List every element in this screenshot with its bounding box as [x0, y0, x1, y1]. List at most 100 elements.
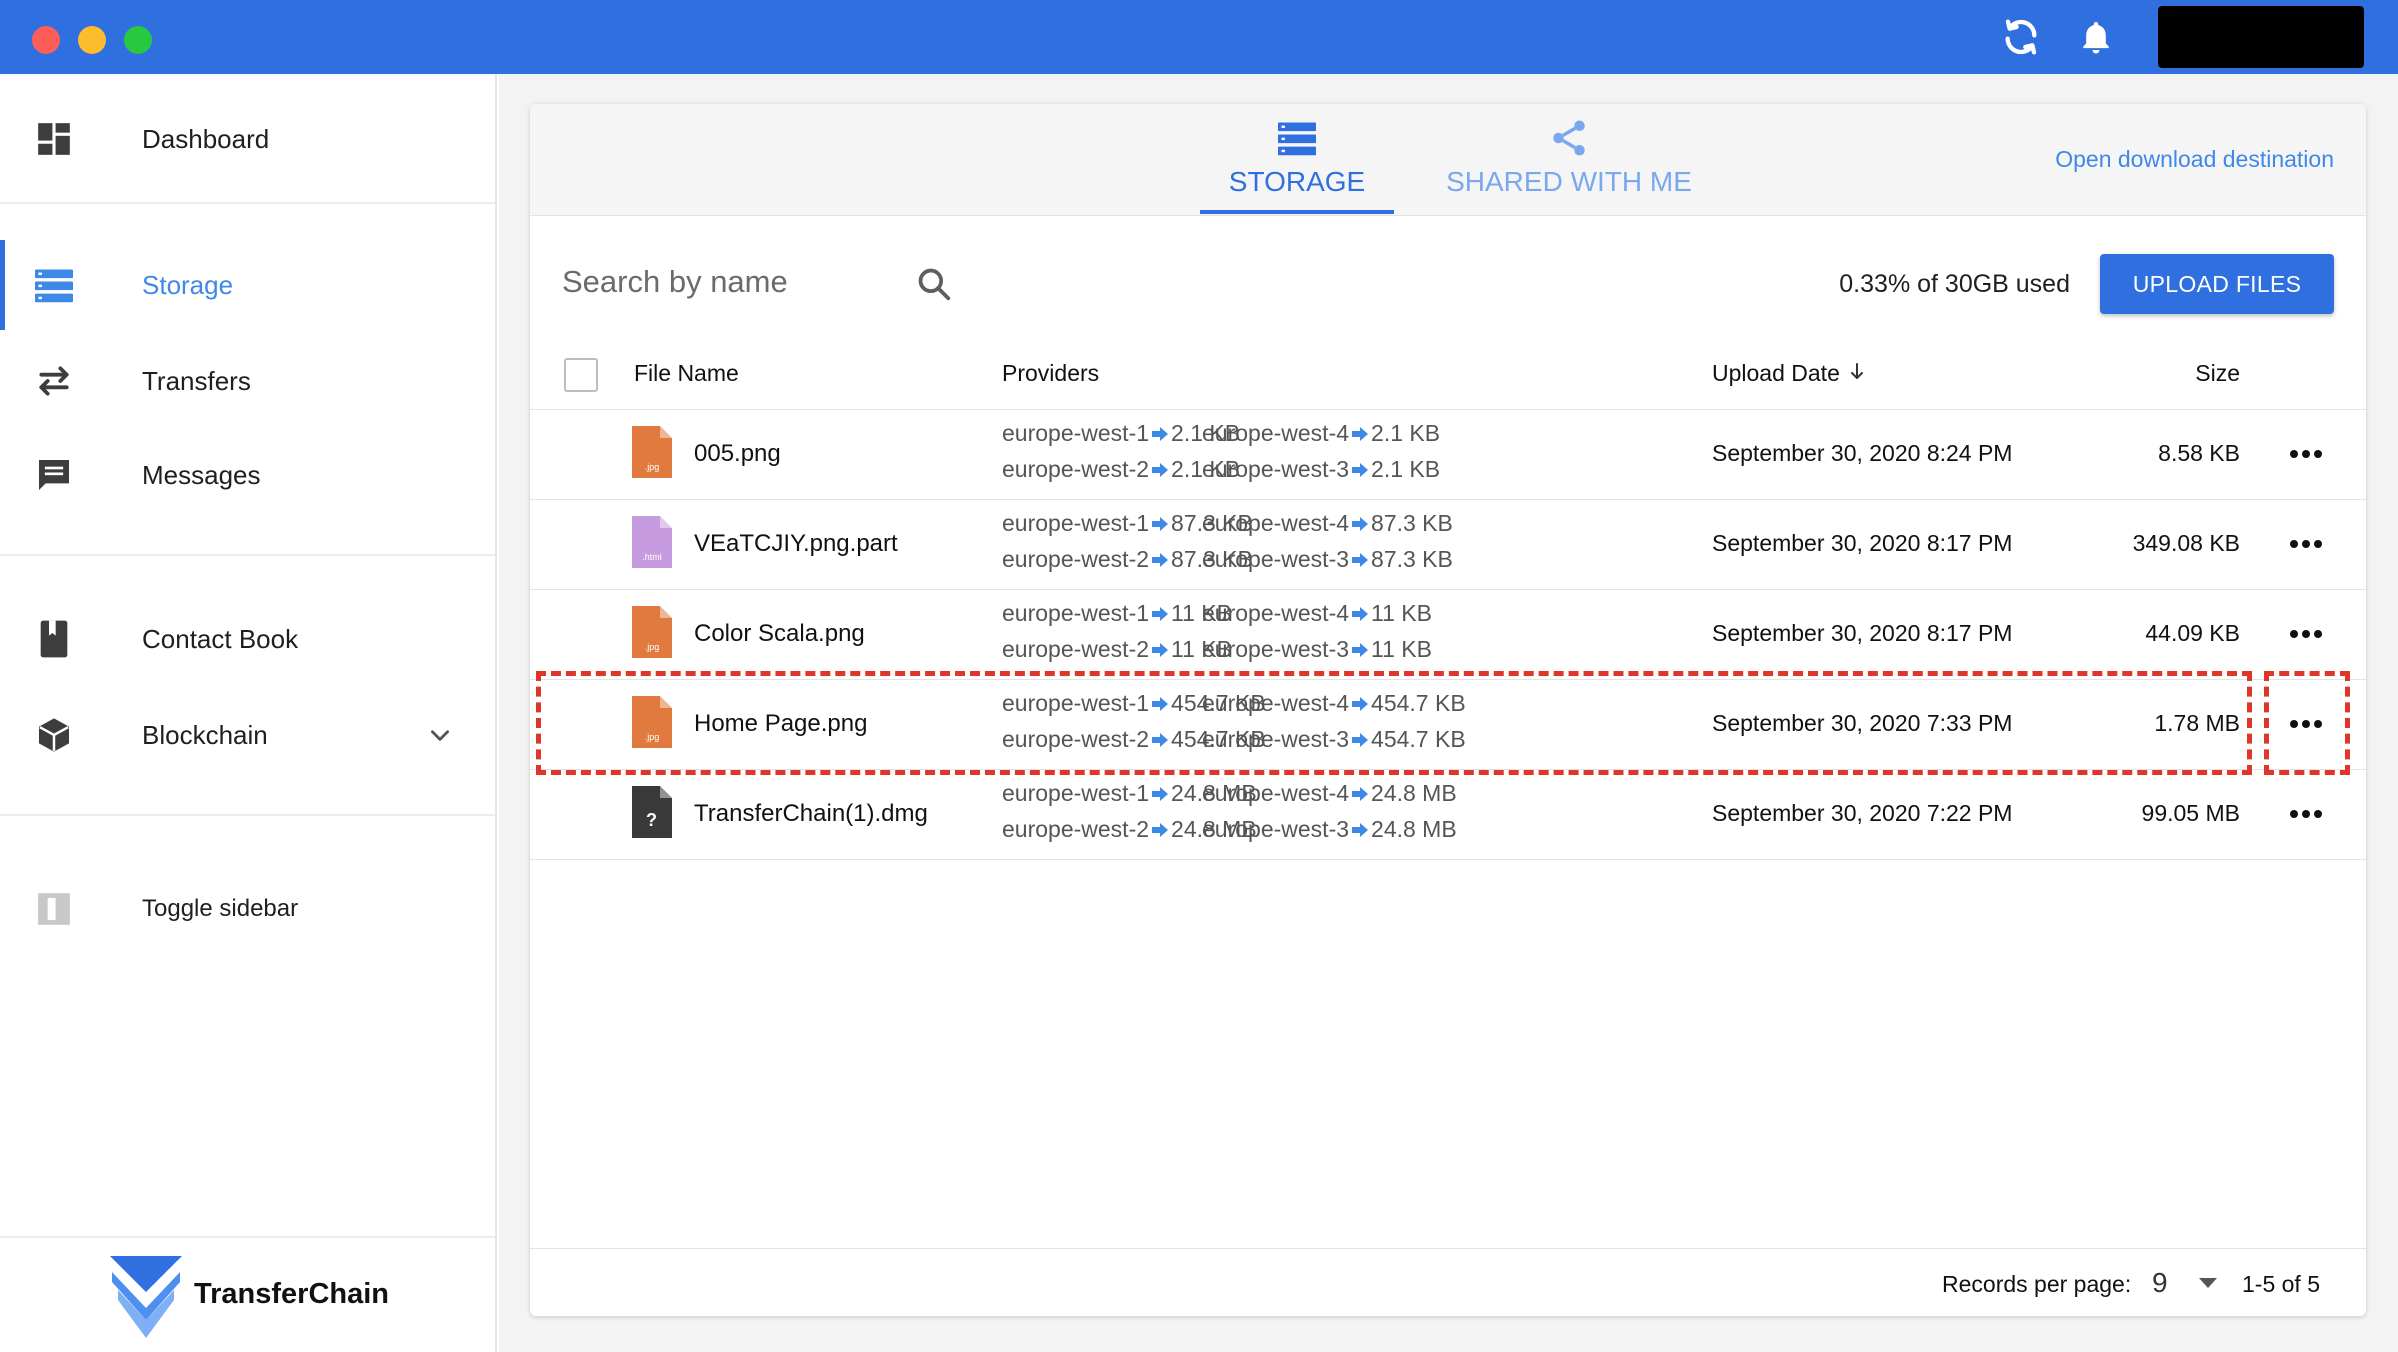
file-name[interactable]: Home Page.png	[694, 710, 867, 738]
table-row[interactable]: .jpg 005.png europe-west-1 2.1 KB europe-wes…	[530, 410, 2366, 500]
more-options-icon[interactable]	[2284, 794, 2328, 834]
chevron-down-icon[interactable]	[422, 717, 458, 753]
upload-date: September 30, 2020 7:22 PM	[1712, 800, 2013, 826]
more-options-icon[interactable]	[2284, 614, 2328, 654]
column-upload-date[interactable]: Upload Date	[1712, 360, 1866, 387]
sidebar-item-label: Toggle sidebar	[142, 895, 299, 922]
arrow-right-icon	[1151, 732, 1169, 748]
upload-date: September 30, 2020 8:17 PM	[1712, 530, 2013, 556]
transfers-icon	[32, 359, 76, 403]
svg-text:.jpg: .jpg	[645, 732, 660, 742]
bell-icon[interactable]	[2073, 14, 2119, 60]
table-row[interactable]: .html VEaTCJIY.png.part europe-west-1 87.3 …	[530, 500, 2366, 590]
file-name[interactable]: 005.png	[694, 440, 781, 468]
refresh-icon[interactable]	[1998, 14, 2044, 60]
unknown-file-icon: ?	[632, 786, 672, 838]
sidebar-item-storage[interactable]: Storage	[0, 240, 495, 330]
table-row[interactable]: .jpg Color Scala.png europe-west-1 11 KB eur…	[530, 590, 2366, 680]
arrow-right-icon	[1351, 426, 1369, 442]
arrow-right-icon	[1151, 606, 1169, 622]
svg-text:.jpg: .jpg	[645, 462, 660, 472]
provider-entry: europe-west-3 87.3 KB	[1202, 546, 1453, 573]
arrow-right-icon	[1351, 732, 1369, 748]
sidebar-item-messages[interactable]: Messages	[0, 430, 495, 520]
provider-name: europe-west-3	[1202, 816, 1350, 842]
sidebar-item-label: Transfers	[142, 365, 251, 396]
zoom-window-button[interactable]	[124, 26, 152, 54]
file-size: 349.08 KB	[2132, 530, 2240, 556]
provider-entry: europe-west-3 2.1 KB	[1202, 456, 1440, 483]
sidebar: Dashboard Storage Transfers Messages Con…	[0, 74, 497, 1352]
file-name[interactable]: Color Scala.png	[694, 620, 865, 648]
sidebar-divider	[0, 554, 495, 556]
arrow-right-icon	[1151, 696, 1169, 712]
sidebar-item-contact-book[interactable]: Contact Book	[0, 594, 495, 684]
sidebar-divider	[0, 814, 495, 816]
provider-entry: europe-west-3 24.8 MB	[1202, 816, 1457, 843]
provider-name: europe-west-4	[1202, 780, 1350, 806]
arrow-right-icon	[1151, 786, 1169, 802]
tab-shared-with-me[interactable]: SHARED WITH ME	[1430, 104, 1708, 216]
arrow-right-icon	[1351, 696, 1369, 712]
caret-down-icon[interactable]	[2196, 1273, 2220, 1293]
upload-date: September 30, 2020 8:24 PM	[1712, 440, 2013, 466]
sidebar-item-transfers[interactable]: Transfers	[0, 336, 495, 426]
arrow-right-icon	[1151, 462, 1169, 478]
column-size[interactable]: Size	[2195, 360, 2240, 387]
file-name[interactable]: TransferChain(1).dmg	[694, 800, 928, 828]
svg-text:.html: .html	[642, 552, 662, 562]
table-row[interactable]: ? TransferChain(1).dmg europe-west-1 24.8 M…	[530, 770, 2366, 860]
provider-entry: europe-west-3 454.7 KB	[1202, 726, 1466, 753]
arrow-right-icon	[1351, 462, 1369, 478]
more-options-icon[interactable]	[2284, 434, 2328, 474]
provider-entry: europe-west-4 87.3 KB	[1202, 510, 1453, 537]
svg-text:?: ?	[646, 810, 657, 830]
table-row[interactable]: .jpg Home Page.png europe-west-1 454.7 KB eu…	[530, 680, 2366, 770]
provider-size: 454.7 KB	[1371, 690, 1466, 716]
upload-date: September 30, 2020 7:33 PM	[1712, 710, 2013, 736]
provider-size: 87.3 KB	[1371, 546, 1453, 572]
close-window-button[interactable]	[32, 26, 60, 54]
arrow-right-icon	[1151, 822, 1169, 838]
provider-name: europe-west-2	[1002, 546, 1150, 572]
minimize-window-button[interactable]	[78, 26, 106, 54]
tab-storage[interactable]: STORAGE	[1200, 104, 1394, 216]
search-icon[interactable]	[912, 262, 956, 306]
arrow-right-icon	[1351, 786, 1369, 802]
provider-entry: europe-west-1 11 KB	[1002, 600, 1232, 627]
sidebar-item-label: Storage	[142, 269, 234, 300]
column-file-name[interactable]: File Name	[634, 360, 739, 387]
provider-size: 24.8 MB	[1371, 816, 1457, 842]
upload-files-button[interactable]: UPLOAD FILES	[2100, 254, 2334, 314]
arrow-right-icon	[1351, 516, 1369, 532]
arrow-right-icon	[1351, 552, 1369, 568]
active-tab-indicator	[1200, 210, 1394, 214]
sidebar-item-blockchain[interactable]: Blockchain	[0, 690, 495, 780]
provider-size: 2.1 KB	[1371, 420, 1441, 446]
storage-icon	[32, 263, 76, 307]
open-download-destination-link[interactable]: Open download destination	[2055, 146, 2334, 173]
sidebar-item-dashboard[interactable]: Dashboard	[0, 94, 495, 184]
more-options-icon[interactable]	[2284, 524, 2328, 564]
file-icon: .jpg	[632, 696, 672, 748]
search-bar	[562, 252, 951, 312]
provider-entry: europe-west-4 454.7 KB	[1202, 690, 1466, 717]
column-providers: Providers	[1002, 360, 1100, 386]
file-icon: .jpg	[632, 606, 672, 658]
provider-entry: europe-west-4 24.8 MB	[1202, 780, 1457, 807]
provider-entry: europe-west-3 11 KB	[1202, 636, 1432, 663]
toggle-sidebar-icon	[32, 887, 76, 931]
records-per-page-select[interactable]: 9	[2152, 1267, 2168, 1299]
provider-size: 11 KB	[1371, 600, 1432, 626]
contact-book-icon	[32, 617, 76, 661]
sidebar-item-label: Messages	[142, 459, 261, 490]
sidebar-item-label: Contact Book	[142, 623, 299, 654]
provider-size: 24.8 MB	[1371, 780, 1457, 806]
select-all-checkbox[interactable]	[564, 358, 598, 392]
more-options-icon[interactable]	[2284, 704, 2328, 744]
search-input[interactable]	[562, 264, 862, 300]
provider-name: europe-west-1	[1002, 780, 1150, 806]
toggle-sidebar-button[interactable]: Toggle sidebar	[0, 864, 495, 954]
file-name[interactable]: VEaTCJIY.png.part	[694, 530, 898, 558]
provider-size: 87.3 KB	[1371, 510, 1453, 536]
